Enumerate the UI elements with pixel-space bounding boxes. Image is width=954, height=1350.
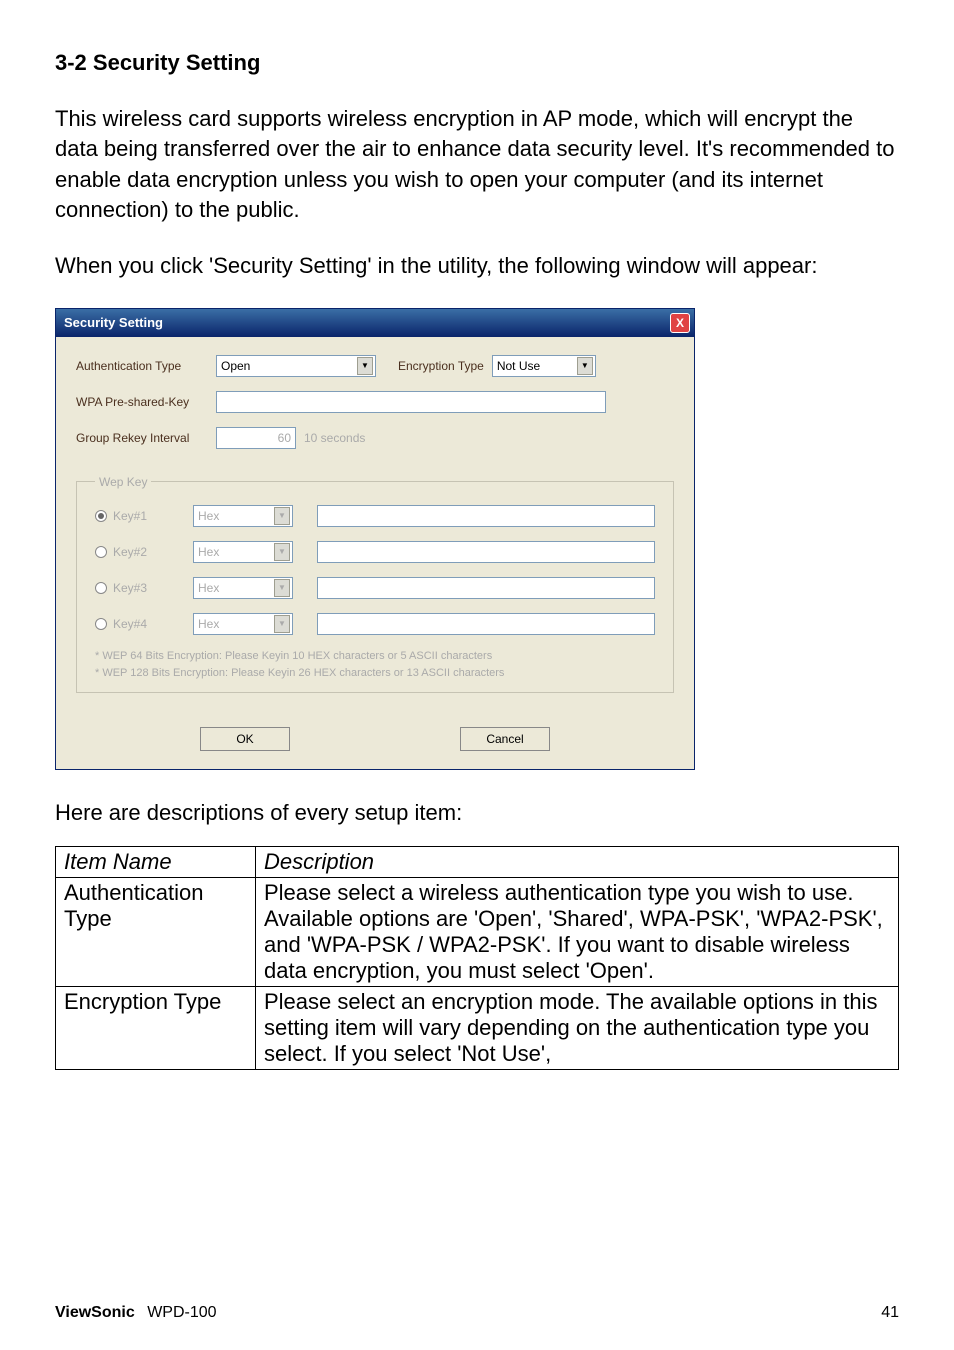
cell-auth-desc: Please select a wireless authentication … bbox=[256, 877, 899, 986]
intro-paragraph-1: This wireless card supports wireless enc… bbox=[55, 104, 899, 225]
wep-key1-row: Key#1 Hex ▼ bbox=[95, 505, 655, 527]
settings-description-table: Item Name Description Authentication Typ… bbox=[55, 846, 899, 1070]
dialog-body: Authentication Type Open ▼ Encryption Ty… bbox=[56, 337, 694, 769]
encryption-type-select[interactable]: Not Use ▼ bbox=[492, 355, 596, 377]
wep-key1-radio[interactable] bbox=[95, 510, 107, 522]
rekey-unit: 10 seconds bbox=[304, 431, 365, 445]
table-header-row: Item Name Description bbox=[56, 846, 899, 877]
wep-legend: Wep Key bbox=[95, 475, 151, 489]
rekey-input[interactable]: 60 bbox=[216, 427, 296, 449]
dialog-titlebar: Security Setting X bbox=[56, 309, 694, 337]
table-row: Encryption Type Please select an encrypt… bbox=[56, 986, 899, 1069]
auth-type-value: Open bbox=[221, 359, 250, 373]
dialog-title: Security Setting bbox=[64, 315, 163, 330]
psk-row: WPA Pre-shared-Key bbox=[76, 391, 674, 413]
dialog-button-row: OK Cancel bbox=[76, 727, 674, 751]
cell-auth-name: Authentication Type bbox=[56, 877, 256, 986]
description-intro: Here are descriptions of every setup ite… bbox=[55, 800, 899, 826]
wep-key2-input[interactable] bbox=[317, 541, 655, 563]
auth-row: Authentication Type Open ▼ Encryption Ty… bbox=[76, 355, 674, 377]
auth-type-select[interactable]: Open ▼ bbox=[216, 355, 376, 377]
cancel-button[interactable]: Cancel bbox=[460, 727, 550, 751]
wep-key2-label: Key#2 bbox=[113, 545, 193, 559]
header-description: Description bbox=[256, 846, 899, 877]
wep-key4-row: Key#4 Hex ▼ bbox=[95, 613, 655, 635]
wep-key3-input[interactable] bbox=[317, 577, 655, 599]
wep-key4-radio[interactable] bbox=[95, 618, 107, 630]
wep-key3-format-value: Hex bbox=[198, 581, 219, 595]
wep-key4-label: Key#4 bbox=[113, 617, 193, 631]
wep-key2-format-value: Hex bbox=[198, 545, 219, 559]
cell-enc-desc: Please select an encryption mode. The av… bbox=[256, 986, 899, 1069]
wep-key3-format-select[interactable]: Hex ▼ bbox=[193, 577, 293, 599]
wep-key2-radio[interactable] bbox=[95, 546, 107, 558]
footer-left: ViewSonic WPD-100 bbox=[55, 1304, 217, 1322]
wep-key3-label: Key#3 bbox=[113, 581, 193, 595]
rekey-row: Group Rekey Interval 60 10 seconds bbox=[76, 427, 674, 449]
wep-key4-format-value: Hex bbox=[198, 617, 219, 631]
rekey-label: Group Rekey Interval bbox=[76, 431, 216, 445]
psk-input[interactable] bbox=[216, 391, 606, 413]
wep-key-group: Wep Key Key#1 Hex ▼ Key#2 Hex ▼ bbox=[76, 475, 674, 693]
footer-model: WPD-100 bbox=[147, 1304, 216, 1321]
chevron-down-icon: ▼ bbox=[274, 543, 290, 561]
chevron-down-icon: ▼ bbox=[357, 357, 373, 375]
wep-key1-input[interactable] bbox=[317, 505, 655, 527]
wep-hint-128: * WEP 128 Bits Encryption: Please Keyin … bbox=[95, 666, 655, 681]
wep-key2-format-select[interactable]: Hex ▼ bbox=[193, 541, 293, 563]
table-row: Authentication Type Please select a wire… bbox=[56, 877, 899, 986]
close-icon[interactable]: X bbox=[670, 313, 690, 333]
chevron-down-icon: ▼ bbox=[274, 579, 290, 597]
wep-key2-row: Key#2 Hex ▼ bbox=[95, 541, 655, 563]
page-number: 41 bbox=[881, 1304, 899, 1322]
auth-type-label: Authentication Type bbox=[76, 359, 216, 373]
wep-key1-label: Key#1 bbox=[113, 509, 193, 523]
wep-key4-format-select[interactable]: Hex ▼ bbox=[193, 613, 293, 635]
cell-enc-name: Encryption Type bbox=[56, 986, 256, 1069]
intro-paragraph-2: When you click 'Security Setting' in the… bbox=[55, 251, 899, 281]
encryption-type-value: Not Use bbox=[497, 359, 540, 373]
wep-key1-format-select[interactable]: Hex ▼ bbox=[193, 505, 293, 527]
wep-key3-row: Key#3 Hex ▼ bbox=[95, 577, 655, 599]
wep-key4-input[interactable] bbox=[317, 613, 655, 635]
chevron-down-icon: ▼ bbox=[274, 615, 290, 633]
encryption-type-label: Encryption Type bbox=[398, 359, 484, 373]
page-footer: ViewSonic WPD-100 41 bbox=[55, 1304, 899, 1322]
ok-button[interactable]: OK bbox=[200, 727, 290, 751]
wep-key3-radio[interactable] bbox=[95, 582, 107, 594]
chevron-down-icon: ▼ bbox=[274, 507, 290, 525]
footer-brand: ViewSonic bbox=[55, 1304, 135, 1321]
header-item-name: Item Name bbox=[56, 846, 256, 877]
wep-hint-64: * WEP 64 Bits Encryption: Please Keyin 1… bbox=[95, 649, 655, 664]
wep-key1-format-value: Hex bbox=[198, 509, 219, 523]
security-setting-dialog: Security Setting X Authentication Type O… bbox=[55, 308, 695, 770]
psk-label: WPA Pre-shared-Key bbox=[76, 395, 216, 409]
chevron-down-icon: ▼ bbox=[577, 357, 593, 375]
section-heading: 3-2 Security Setting bbox=[55, 50, 899, 76]
